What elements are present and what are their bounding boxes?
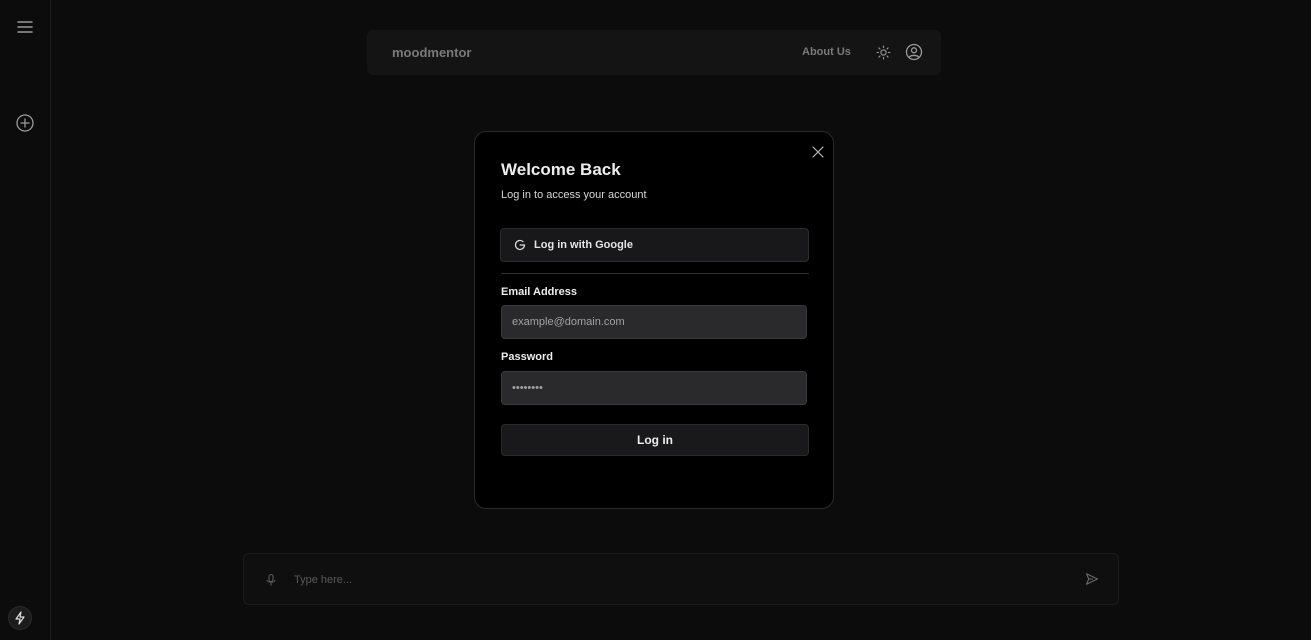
login-submit-button[interactable]: Log in xyxy=(501,424,809,456)
close-icon xyxy=(811,145,825,159)
app-root: moodmentor About Us Type here... Welcome… xyxy=(0,0,1311,640)
theme-toggle-button[interactable] xyxy=(876,45,891,60)
about-us-link[interactable]: About Us xyxy=(802,46,851,58)
user-account-button[interactable] xyxy=(905,43,923,61)
chat-message-input[interactable] xyxy=(294,568,1054,592)
plus-circle-icon xyxy=(16,114,34,132)
send-button[interactable] xyxy=(1085,572,1099,586)
divider xyxy=(501,273,809,274)
password-field[interactable] xyxy=(501,371,807,405)
user-circle-icon xyxy=(905,43,923,61)
new-chat-button[interactable] xyxy=(15,113,35,133)
lightning-bolt-icon xyxy=(14,611,26,625)
menu-button[interactable] xyxy=(15,17,35,37)
top-navbar: moodmentor About Us xyxy=(367,30,941,75)
bolt-button[interactable] xyxy=(8,606,32,630)
login-modal: Welcome Back Log in to access your accou… xyxy=(474,131,834,509)
microphone-button[interactable] xyxy=(264,573,278,587)
google-login-button[interactable]: Log in with Google xyxy=(500,228,809,262)
chat-input-bar xyxy=(243,553,1119,605)
email-label: Email Address xyxy=(501,286,578,298)
google-icon xyxy=(514,239,526,251)
close-modal-button[interactable] xyxy=(811,145,825,159)
hamburger-menu-icon xyxy=(17,20,33,34)
google-login-label: Log in with Google xyxy=(534,239,633,251)
microphone-icon xyxy=(264,573,278,587)
sun-icon xyxy=(876,45,891,60)
password-label: Password xyxy=(501,351,553,363)
brand-logo[interactable]: moodmentor xyxy=(392,45,471,60)
send-icon xyxy=(1085,572,1099,586)
sidebar xyxy=(0,0,51,640)
modal-subtitle: Log in to access your account xyxy=(501,189,647,201)
modal-title: Welcome Back xyxy=(501,160,621,179)
email-field[interactable] xyxy=(501,305,807,339)
